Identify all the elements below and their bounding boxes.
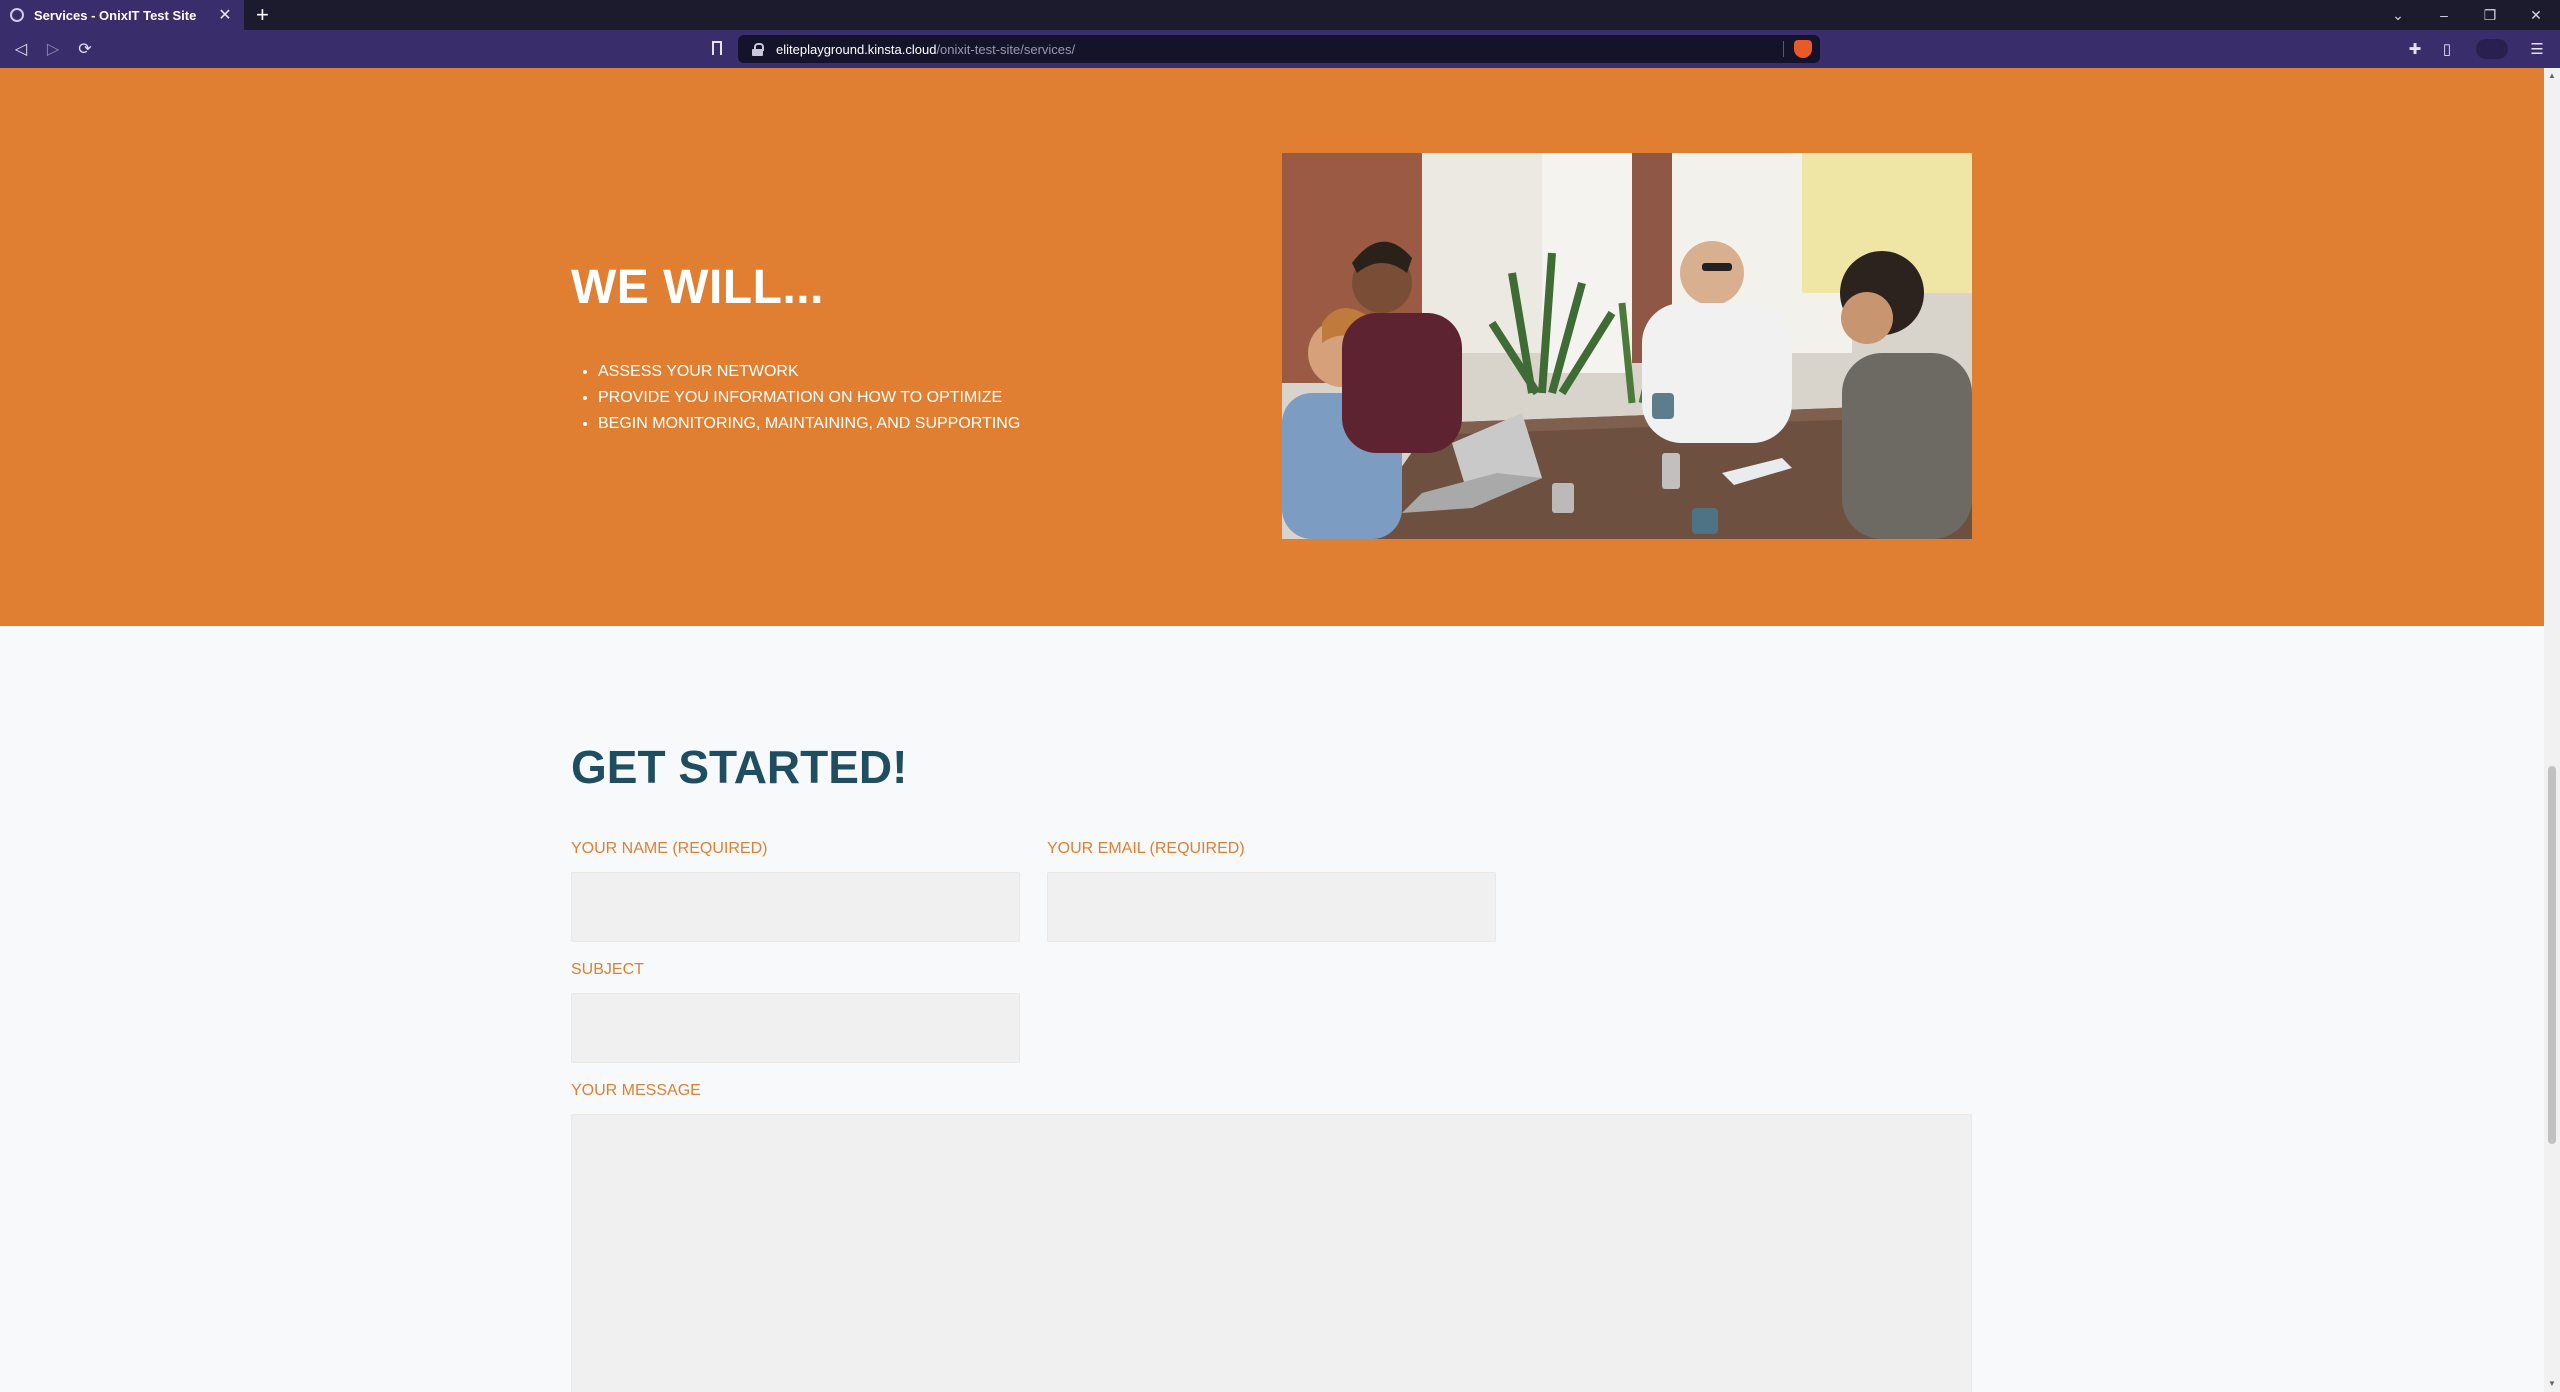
email-label: YOUR EMAIL (REQUIRED)	[1047, 840, 1245, 857]
services-list: ASSESS YOUR NETWORK PROVIDE YOU INFORMAT…	[598, 362, 1020, 440]
url-host: eliteplayground.kinsta.cloud	[776, 41, 937, 57]
close-tab-icon[interactable]: ✕	[216, 5, 234, 25]
tab-bar: Services - OnixIT Test Site ✕ + ⌄ – ❐ ✕	[0, 0, 2560, 30]
services-list-item: PROVIDE YOU INFORMATION ON HOW TO OPTIMI…	[598, 388, 1020, 414]
email-input[interactable]	[1047, 872, 1496, 942]
menu-icon[interactable]: ☰	[2526, 38, 2548, 60]
extensions-icon[interactable]: ✚	[2404, 38, 2426, 60]
tab-list-icon[interactable]: ⌄	[2378, 0, 2418, 30]
services-list-item: BEGIN MONITORING, MAINTAINING, AND SUPPO…	[598, 414, 1020, 440]
minimize-icon[interactable]: –	[2424, 0, 2464, 30]
browser-tab-services[interactable]: Services - OnixIT Test Site ✕	[0, 0, 244, 30]
url-divider	[1783, 41, 1784, 57]
team-meeting-photo	[1282, 153, 1972, 539]
restore-icon[interactable]: ❐	[2470, 0, 2510, 30]
message-textarea[interactable]	[571, 1114, 1972, 1392]
brave-shield-icon[interactable]	[1794, 40, 1812, 58]
form-heading: GET STARTED!	[571, 741, 908, 793]
wallet-icon[interactable]	[2476, 39, 2508, 59]
name-label: YOUR NAME (REQUIRED)	[571, 840, 768, 857]
services-section: WE WILL... ASSESS YOUR NETWORK PROVIDE Y…	[0, 68, 2544, 626]
browser-toolbar: ◁ ▷ ⟳ eliteplayground.kinsta.cloud /onix…	[0, 30, 2560, 68]
back-button[interactable]: ◁	[10, 38, 32, 60]
scroll-down-icon[interactable]: ▼	[2548, 1380, 2556, 1388]
message-label: YOUR MESSAGE	[571, 1082, 701, 1099]
bookmark-icon[interactable]	[712, 41, 722, 55]
reload-button[interactable]: ⟳	[74, 38, 96, 60]
tab-title: Services - OnixIT Test Site	[34, 7, 197, 23]
services-list-item: ASSESS YOUR NETWORK	[598, 362, 1020, 388]
subject-label: SUBJECT	[571, 961, 644, 978]
scrollbar-thumb[interactable]	[2548, 766, 2556, 1144]
sidebar-icon[interactable]: ▯	[2436, 38, 2458, 60]
forward-button[interactable]: ▷	[42, 38, 64, 60]
subject-input[interactable]	[571, 993, 1020, 1063]
services-heading: WE WILL...	[571, 261, 824, 314]
lock-icon[interactable]	[752, 43, 764, 56]
globe-icon	[10, 8, 24, 22]
new-tab-button[interactable]: +	[256, 2, 269, 28]
scroll-up-icon[interactable]: ▲	[2548, 72, 2556, 80]
name-input[interactable]	[571, 872, 1020, 942]
url-path: /onixit-test-site/services/	[936, 41, 1076, 57]
window-close-icon[interactable]: ✕	[2516, 0, 2556, 30]
page-scrollbar[interactable]	[2544, 68, 2560, 1392]
page-viewport: WE WILL... ASSESS YOUR NETWORK PROVIDE Y…	[0, 68, 2544, 1392]
address-bar[interactable]: eliteplayground.kinsta.cloud /onixit-tes…	[738, 35, 1820, 63]
